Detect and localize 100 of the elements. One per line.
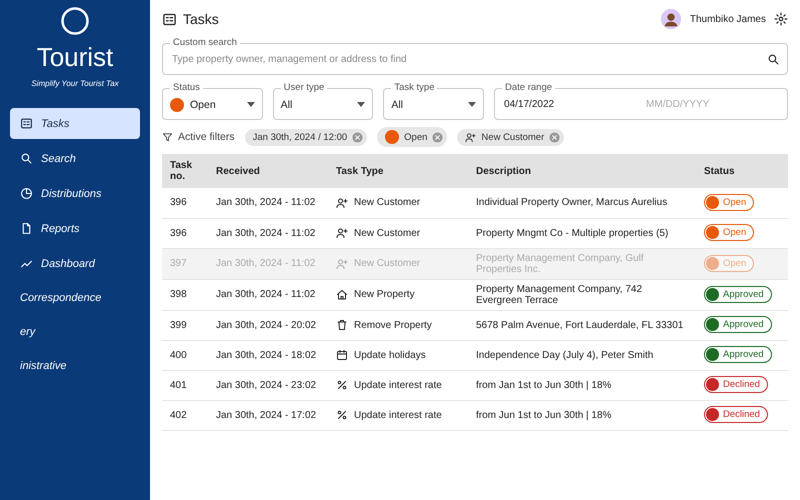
table-cell: Independence Day (July 4), Peter Smith bbox=[468, 340, 696, 370]
status-dot-icon bbox=[170, 98, 184, 112]
table-cell: 398 bbox=[162, 279, 208, 310]
task-type-text: Update interest rate bbox=[354, 380, 442, 390]
person-plus-icon bbox=[336, 258, 348, 270]
person-plus-icon bbox=[336, 196, 348, 209]
tasks-icon bbox=[20, 117, 33, 130]
tagline: Simplify Your Tourist Tax bbox=[31, 79, 119, 88]
filter-chip[interactable]: New Customer bbox=[457, 128, 564, 146]
sidebar-item[interactable]: Search bbox=[10, 143, 140, 174]
column-header: Task no. bbox=[162, 154, 208, 188]
task-type-text: New Customer bbox=[354, 258, 420, 269]
table-cell: Jan 30th, 2024 - 11:02 bbox=[208, 218, 328, 248]
table-cell: 400 bbox=[162, 340, 208, 370]
active-filters-label: Active filters bbox=[178, 131, 235, 143]
search-input[interactable]: Type property owner, management or address to find bbox=[170, 53, 761, 66]
table-cell: Property Management Company, 742 Evergreen Terrace bbox=[468, 279, 696, 310]
task-type-text: Update holidays bbox=[354, 350, 426, 360]
table-cell: Jan 30th, 2024 - 20:02 bbox=[208, 310, 328, 340]
status-dot-icon bbox=[385, 130, 400, 144]
clear-icon[interactable] bbox=[549, 132, 560, 142]
table-cell: 5678 Palm Avenue, Fort Lauderdale, FL 33301 bbox=[468, 310, 696, 340]
logo-icon bbox=[60, 6, 90, 36]
task-type-text: Update interest rate bbox=[354, 410, 442, 420]
task-type-text: Remove Property bbox=[354, 320, 432, 330]
status-dropdown[interactable]: Status Open bbox=[162, 82, 263, 120]
field-label: User type bbox=[280, 82, 328, 94]
table-cell: 397 bbox=[162, 248, 208, 279]
column-header: Status bbox=[696, 154, 788, 188]
person-plus-icon bbox=[465, 132, 476, 142]
status-badge: Open bbox=[704, 254, 754, 272]
caret-icon bbox=[357, 102, 366, 107]
trash-icon bbox=[336, 319, 348, 331]
status-dot-icon bbox=[706, 378, 719, 391]
task-type-text: New Customer bbox=[354, 228, 420, 238]
pie-chart-icon bbox=[20, 187, 33, 200]
status-badge: Approved bbox=[704, 286, 772, 302]
avatar-icon bbox=[660, 8, 682, 30]
user-type-dropdown[interactable]: User type All bbox=[272, 82, 374, 120]
task-type-text: New Customer bbox=[354, 197, 420, 208]
status-dot-icon bbox=[706, 318, 719, 331]
column-header: Task Type bbox=[328, 154, 468, 188]
date-range-field[interactable]: Date range 04/17/2022 MM/DD/YYYY bbox=[494, 82, 788, 120]
table-cell: Individual Property Owner, Marcus Aurelius bbox=[468, 188, 696, 218]
status-badge: Open bbox=[704, 224, 754, 241]
user-name: Thumbiko James bbox=[690, 14, 766, 24]
table-row[interactable]: 399 Jan 30th, 2024 - 20:02 Remove Property 5678 Palm Avenue, Fort Lauderdale, FL 33301 Approved bbox=[162, 310, 788, 340]
sidebar-item[interactable]: inistrative bbox=[10, 351, 140, 381]
status-badge: Declined bbox=[704, 376, 768, 393]
percent-icon bbox=[336, 379, 348, 391]
tasks-icon bbox=[162, 12, 177, 26]
house-icon bbox=[336, 288, 348, 300]
table-row[interactable]: 400 Jan 30th, 2024 - 18:02 Update holidays Independence Day (July 4), Peter Smith Approved bbox=[162, 340, 788, 370]
date-input[interactable]: MM/DD/YYYY bbox=[644, 98, 780, 111]
table-cell: Jan 30th, 2024 - 11:02 bbox=[208, 188, 328, 218]
status-badge: Approved bbox=[704, 316, 772, 333]
table-cell: 396 bbox=[162, 188, 208, 218]
table-cell: Jan 30th, 2024 - 11:02 bbox=[208, 248, 328, 279]
search-icon bbox=[20, 152, 33, 165]
column-header: Description bbox=[468, 154, 696, 188]
table-cell: 396 bbox=[162, 218, 208, 248]
status-dot-icon bbox=[706, 408, 719, 421]
sidebar-item[interactable]: ery bbox=[10, 317, 140, 347]
status-badge: Open bbox=[704, 194, 754, 211]
task-type-text: New Property bbox=[354, 289, 415, 300]
table-cell: 401 bbox=[162, 370, 208, 400]
table-cell: Jan 30th, 2024 - 23:02 bbox=[208, 370, 328, 400]
percent-icon bbox=[336, 409, 348, 421]
table-row[interactable]: 402 Jan 30th, 2024 - 17:02 Update interest rate from Jun 1st to Jun 30th | 18% Declined bbox=[162, 400, 788, 430]
sidebar-item[interactable]: Distributions bbox=[10, 178, 140, 209]
sidebar-item[interactable]: Reports bbox=[10, 213, 140, 244]
filter-chip[interactable]: Jan 30th, 2024 / 12:00 bbox=[244, 128, 368, 146]
task-type-dropdown[interactable]: Task type All bbox=[383, 82, 484, 120]
clear-icon[interactable] bbox=[432, 132, 444, 142]
field-label: Task type bbox=[391, 82, 438, 94]
search-icon bbox=[767, 53, 780, 66]
date-input[interactable]: 04/17/2022 bbox=[502, 98, 638, 111]
dropdown-value: All bbox=[391, 98, 404, 110]
sidebar-item[interactable]: Dashboard bbox=[10, 248, 140, 279]
dropdown-value: All bbox=[280, 98, 294, 110]
sidebar-item[interactable]: Correspondence bbox=[10, 283, 140, 313]
table-row[interactable]: 398 Jan 30th, 2024 - 11:02 New Property Property Management Company, 742 Evergreen Terrace Approved bbox=[162, 279, 788, 310]
status-dot-icon bbox=[706, 256, 719, 270]
table-cell: 402 bbox=[162, 400, 208, 430]
clear-icon[interactable] bbox=[352, 132, 364, 142]
status-dot-icon bbox=[706, 196, 719, 209]
filter-chip[interactable]: Open bbox=[377, 127, 448, 147]
table-cell: from Jan 1st to Jun 30th | 18% bbox=[468, 370, 696, 400]
person-plus-icon bbox=[336, 227, 348, 239]
search-field[interactable]: Custom search Type property owner, management or address to find bbox=[162, 37, 788, 75]
status-dot-icon bbox=[706, 226, 719, 239]
status-badge: Declined bbox=[704, 406, 768, 423]
table-cell: from Jun 1st to Jun 30th | 18% bbox=[468, 400, 696, 430]
table-row[interactable]: 396 Jan 30th, 2024 - 11:02 New Customer Individual Property Owner, Marcus Aurelius Open bbox=[162, 188, 788, 218]
status-dot-icon bbox=[706, 288, 719, 300]
table-row[interactable]: 401 Jan 30th, 2024 - 23:02 Update interest rate from Jan 1st to Jun 30th | 18% Declined bbox=[162, 370, 788, 400]
sidebar-item[interactable]: Tasks bbox=[10, 108, 140, 139]
table-row[interactable]: 396 Jan 30th, 2024 - 11:02 New Customer Property Mngmt Co - Multiple properties (5) Open bbox=[162, 218, 788, 248]
field-label: Date range bbox=[502, 82, 556, 94]
settings-icon[interactable] bbox=[774, 12, 788, 26]
